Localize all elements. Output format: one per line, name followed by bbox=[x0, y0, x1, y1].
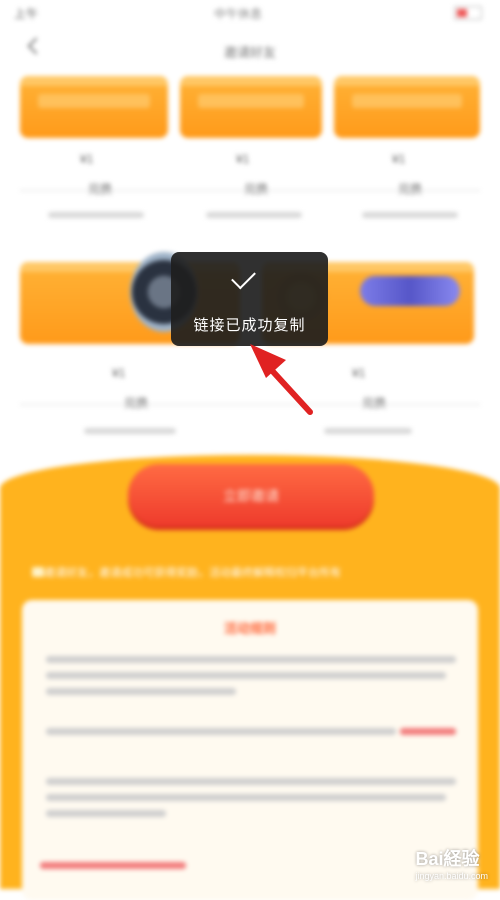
red-arrow-annotation bbox=[250, 344, 313, 415]
watermark-url: jingyan.baidu.com bbox=[415, 871, 488, 881]
arrow-head bbox=[250, 344, 286, 378]
baidu-watermark: Bai経验 jingyan.baidu.com bbox=[415, 845, 488, 881]
watermark-brand: Bai経验 bbox=[415, 849, 480, 869]
